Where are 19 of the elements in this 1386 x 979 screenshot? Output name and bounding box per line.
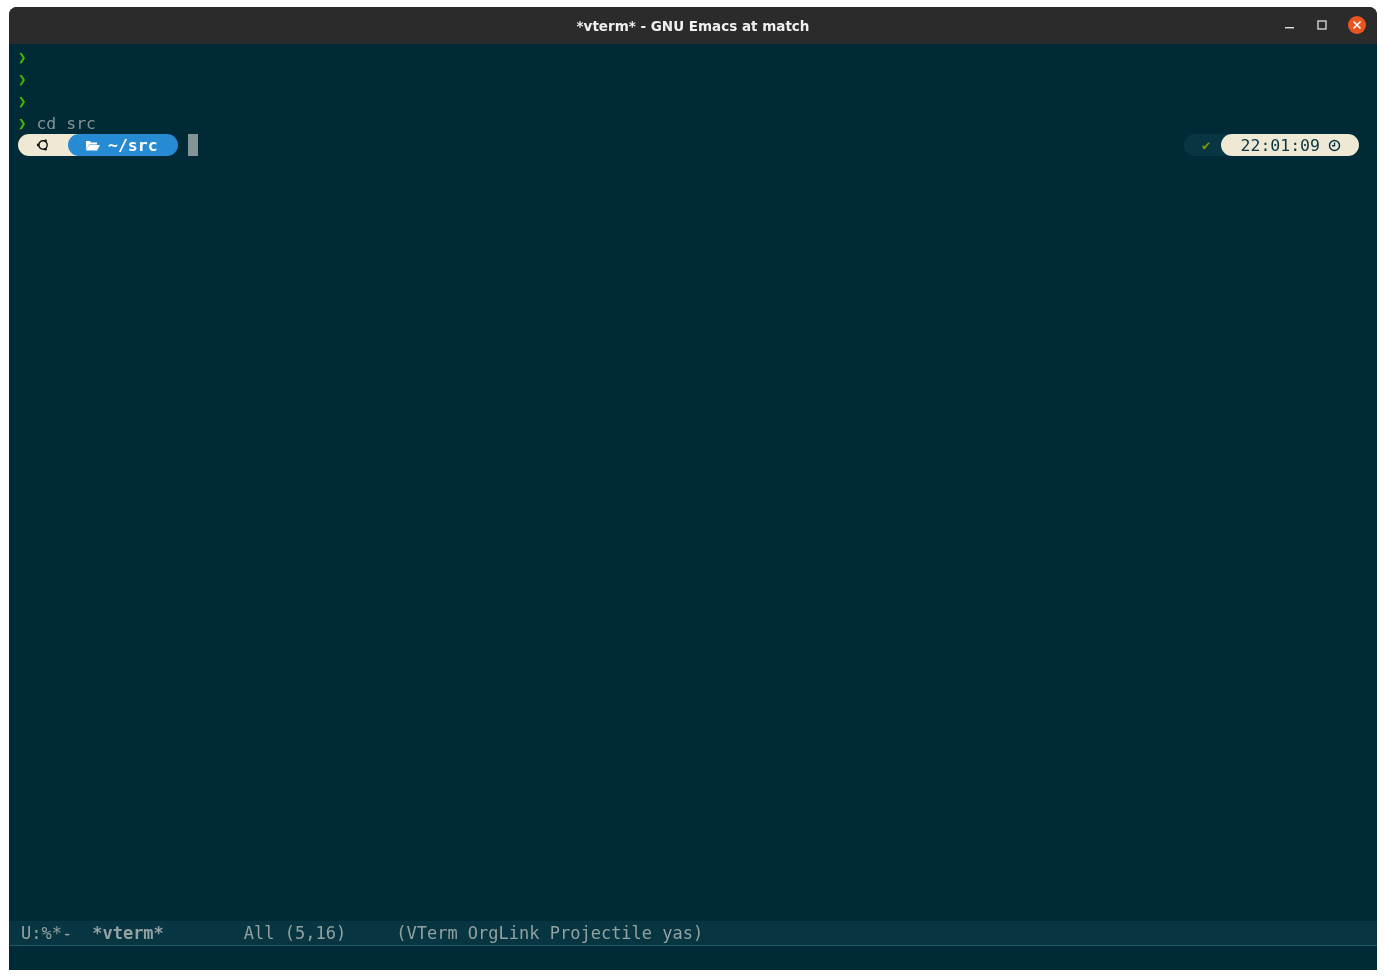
cursor-position: All (5,16) <box>243 923 347 943</box>
directory-text: ~/src <box>108 135 158 155</box>
close-icon[interactable] <box>1347 15 1367 35</box>
buffer-state: U:%*- <box>21 923 73 943</box>
maximize-icon[interactable] <box>1315 18 1329 32</box>
prompt-symbol: ❯ <box>18 71 27 87</box>
time-text: 22:01:09 <box>1240 135 1320 155</box>
prompt-symbol: ❯ <box>18 49 27 65</box>
status-symbol: ✔ <box>1202 137 1211 153</box>
command-text: cd src <box>36 113 97 133</box>
text-cursor <box>187 134 198 156</box>
folder-icon <box>86 139 100 151</box>
ubuntu-icon <box>36 138 50 152</box>
window-title: *vterm* - GNU Emacs at match <box>576 17 810 34</box>
prompt-symbol: ❯ <box>18 93 27 109</box>
buffer-name: *vterm* <box>92 923 164 943</box>
prompt-symbol: ❯ <box>18 115 27 131</box>
minor-modes: (VTerm OrgLink Projectile yas) <box>396 923 704 943</box>
clock-icon <box>1328 138 1341 152</box>
